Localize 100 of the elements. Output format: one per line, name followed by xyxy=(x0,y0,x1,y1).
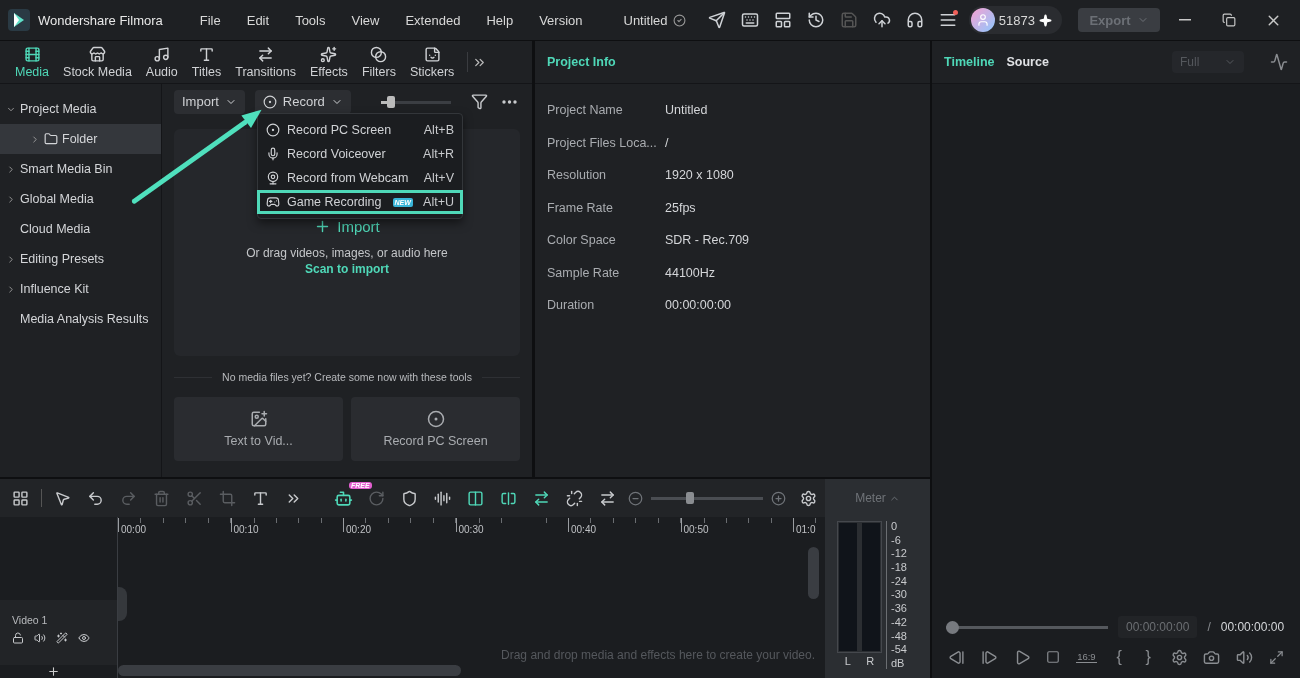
viewer-tab[interactable]: Source xyxy=(1006,55,1049,69)
time-separator: / xyxy=(1207,620,1211,634)
user-icon xyxy=(975,13,990,27)
rotate-icon xyxy=(368,489,385,507)
zoom-out-button[interactable] xyxy=(628,490,643,506)
timeline-drop-hint: Drag and drop media and effects here to create your video. xyxy=(501,648,815,662)
menu-item[interactable]: File xyxy=(199,12,221,28)
sidebar-item[interactable]: Folder xyxy=(0,124,161,154)
layout-icon xyxy=(774,11,793,29)
chevron-right-icon xyxy=(6,283,16,295)
media-tab[interactable]: Stock Media xyxy=(56,45,139,79)
import-dropdown[interactable]: Import xyxy=(174,89,245,114)
tool-card[interactable]: Record PC Screen xyxy=(351,397,520,461)
menu-item[interactable]: Help xyxy=(486,12,514,28)
info-value: 1920 x 1080 xyxy=(665,168,734,183)
scale-label: -24 xyxy=(891,575,907,587)
menu-item[interactable]: Tools xyxy=(295,12,326,28)
info-value: 00:00:00:00 xyxy=(665,298,732,313)
chevron-right-icon xyxy=(6,193,16,205)
menu-item[interactable]: Edit xyxy=(246,12,270,28)
info-label: Sample Rate xyxy=(547,265,621,280)
horizontal-scrollbar[interactable] xyxy=(118,665,461,676)
media-tab[interactable]: Stickers xyxy=(402,45,462,79)
mark-in-button[interactable]: { xyxy=(1112,648,1126,666)
next-frame-button[interactable] xyxy=(980,648,998,666)
sidebar-item[interactable]: Editing Presets xyxy=(0,244,161,274)
vertical-scrollbar[interactable] xyxy=(808,547,819,599)
menu-item[interactable]: Record Voiceover Alt+R xyxy=(257,142,463,166)
media-tab[interactable]: Titles xyxy=(184,45,229,79)
snapshot-button[interactable] xyxy=(1203,648,1221,666)
media-tab[interactable]: Transitions xyxy=(228,45,303,79)
sparkle-icon xyxy=(1039,13,1052,27)
more-button[interactable] xyxy=(501,99,517,104)
info-label: Project Files Loca... xyxy=(547,135,658,150)
media-tab[interactable]: Filters xyxy=(354,45,403,79)
chevron-right-icon xyxy=(6,253,16,265)
zoom-in-button[interactable] xyxy=(771,490,786,506)
sidebar-item[interactable]: Cloud Media xyxy=(0,214,161,244)
app-name: Wondershare Filmora xyxy=(38,12,163,28)
store-icon xyxy=(88,45,106,63)
stop-button[interactable] xyxy=(1046,650,1061,664)
cloud-upload-icon xyxy=(873,11,892,29)
info-label: Resolution xyxy=(547,168,608,183)
avatar[interactable] xyxy=(970,8,995,32)
speaker-icon xyxy=(1236,648,1254,666)
scale-label: -18 xyxy=(891,562,907,574)
ruler-label: 00:00 xyxy=(121,524,147,535)
menu-item[interactable]: Extended xyxy=(405,12,461,28)
sidebar-item[interactable]: Influence Kit xyxy=(0,274,161,304)
notification-dot xyxy=(952,10,958,15)
scale-label: -12 xyxy=(891,548,907,560)
settings-button[interactable] xyxy=(800,489,817,507)
track-header: Video 1 xyxy=(0,600,117,665)
settings-icon xyxy=(800,489,817,507)
import-button[interactable]: Import xyxy=(308,217,386,236)
scale-label: -30 xyxy=(891,589,907,601)
scale-label: 0 xyxy=(891,521,899,532)
media-tab[interactable]: Media xyxy=(8,45,57,79)
record-dropdown[interactable]: Record xyxy=(254,89,351,114)
waveform-icon xyxy=(1270,53,1288,71)
fullscreen-button[interactable] xyxy=(1269,649,1284,665)
sidebar-item[interactable]: Media Analysis Results xyxy=(0,304,161,334)
thumbnail-size-slider[interactable] xyxy=(380,95,451,108)
audio-icon xyxy=(434,489,451,507)
menu-item[interactable]: Record from Webcam Alt+V xyxy=(257,166,463,190)
playback-slider[interactable] xyxy=(946,620,1108,634)
chevron-right-icon xyxy=(6,163,16,175)
side-handle[interactable] xyxy=(118,587,127,621)
menu-item[interactable]: View xyxy=(351,12,380,28)
filter-button[interactable] xyxy=(470,93,488,110)
sidebar-item[interactable]: Global Media xyxy=(0,184,161,214)
create-tools-caption: No media files yet? Create some now with these tools xyxy=(222,371,472,383)
mark-out-button[interactable]: } xyxy=(1141,648,1155,666)
viewer-tab[interactable]: Timeline xyxy=(944,55,995,69)
previous-frame-button[interactable] xyxy=(948,648,965,666)
channel-label: R xyxy=(866,655,875,667)
tool-card[interactable]: Text to Vid... xyxy=(174,397,343,461)
pointer-icon xyxy=(54,489,71,507)
split-icon xyxy=(467,489,484,507)
step-forward-icon xyxy=(980,648,998,666)
zoom-slider[interactable] xyxy=(651,492,763,504)
send-icon xyxy=(708,11,727,29)
menu-item[interactable]: Version xyxy=(539,12,583,28)
expand-icon xyxy=(1269,649,1284,665)
media-tab[interactable]: Effects xyxy=(302,45,355,79)
settings-button[interactable] xyxy=(1170,648,1188,666)
volume-button[interactable] xyxy=(1236,648,1254,666)
drop-hint: Or drag videos, images, or audio here xyxy=(246,246,448,260)
info-value: 44100Hz xyxy=(665,265,716,280)
info-label: Project Name xyxy=(547,103,624,118)
aspect-ratio-button[interactable]: 16:9 xyxy=(1076,651,1097,663)
record-icon xyxy=(426,410,445,428)
scan-to-import-link[interactable]: Scan to import xyxy=(305,262,389,276)
sidebar-item[interactable]: Smart Media Bin xyxy=(0,154,161,184)
menu-item[interactable]: Record PC Screen Alt+B xyxy=(257,118,463,142)
sidebar-item[interactable]: Project Media xyxy=(0,94,161,124)
camera-icon xyxy=(1203,648,1221,666)
waveform-button[interactable] xyxy=(1270,53,1288,71)
media-tab[interactable]: Audio xyxy=(138,45,185,79)
add-track-icon[interactable] xyxy=(47,665,60,678)
